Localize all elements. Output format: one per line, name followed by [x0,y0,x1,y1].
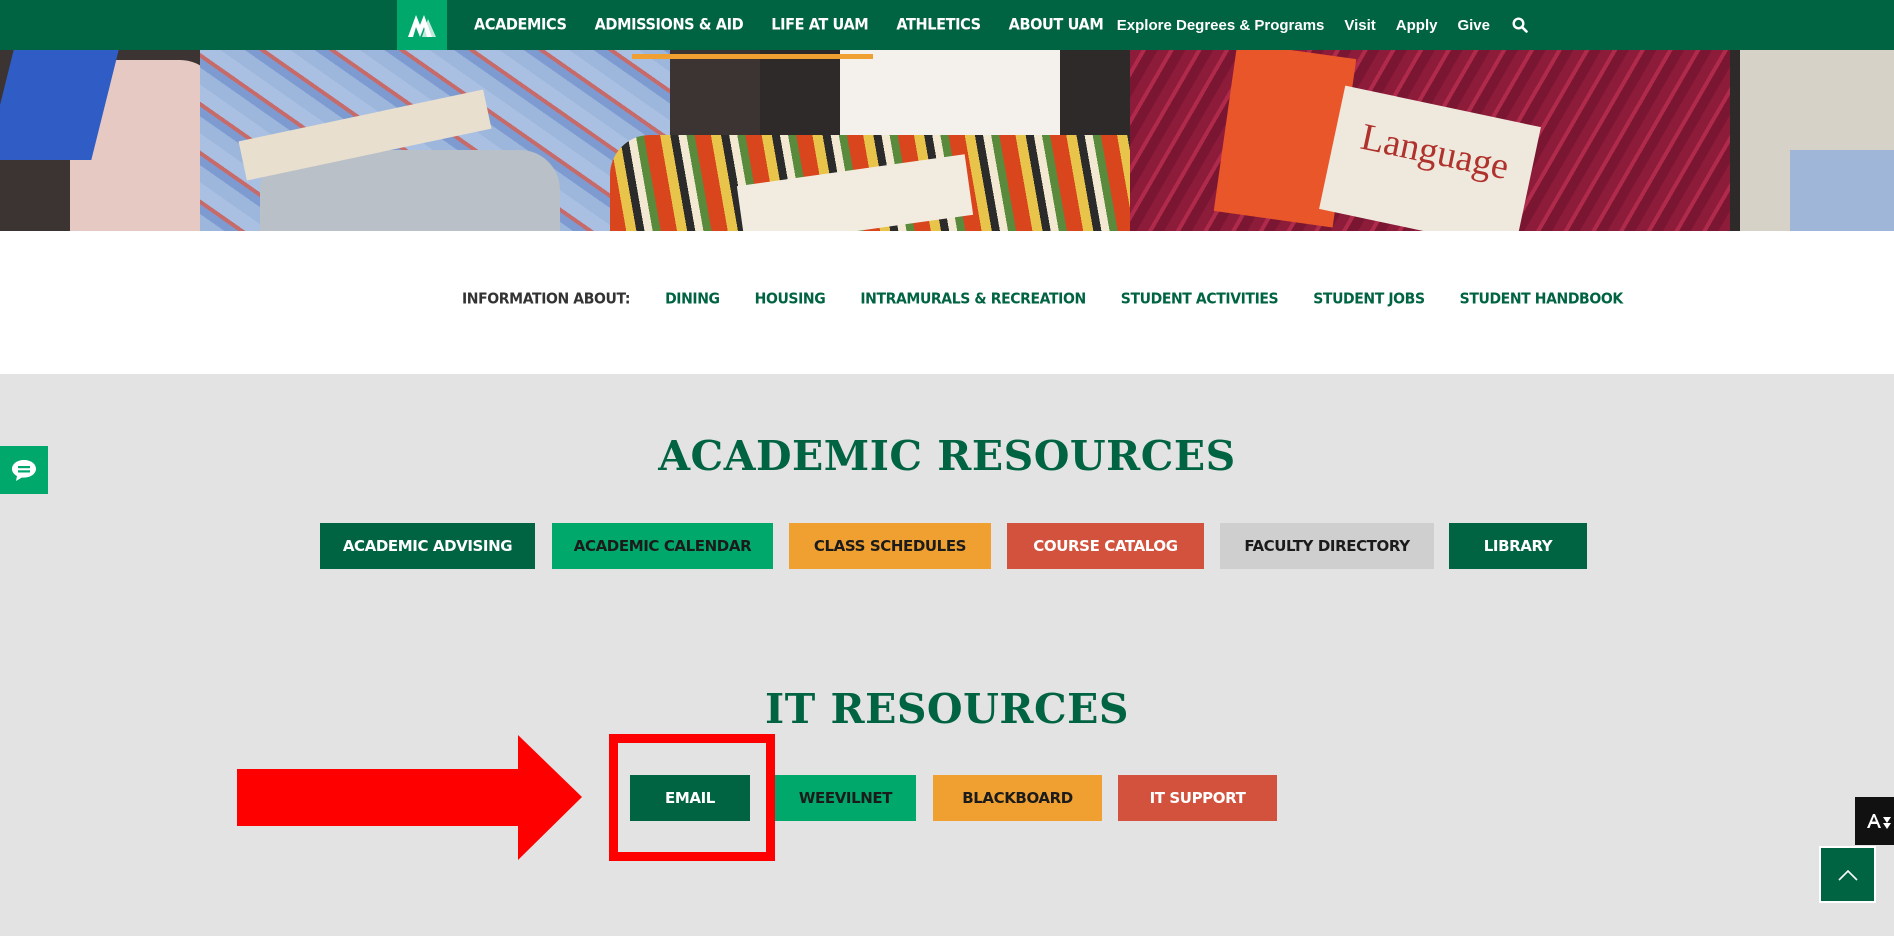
top-nav: ACADEMICS ADMISSIONS & AID LIFE AT UAM A… [0,0,1894,50]
nav-explore-degrees[interactable]: Explore Degrees & Programs [1117,17,1325,34]
nav-academics[interactable]: ACADEMICS [474,16,567,33]
active-nav-indicator [632,54,873,59]
faculty-directory-button[interactable]: FACULTY DIRECTORY [1220,523,1434,569]
info-link-intramurals[interactable]: INTRAMURALS & RECREATION [860,290,1086,308]
nav-admissions-aid[interactable]: ADMISSIONS & AID [595,16,744,33]
information-about-row: INFORMATION ABOUT: DINING HOUSING INTRAM… [462,290,1658,308]
uam-logo[interactable] [397,0,447,50]
annotation-highlight-box [609,734,775,861]
information-about-bar: INFORMATION ABOUT: DINING HOUSING INTRAM… [0,231,1894,374]
it-support-button[interactable]: IT SUPPORT [1118,775,1277,821]
info-link-student-jobs[interactable]: STUDENT JOBS [1313,290,1425,308]
info-link-student-activities[interactable]: STUDENT ACTIVITIES [1121,290,1279,308]
accessibility-glyph [1867,814,1891,829]
utility-nav: Explore Degrees & Programs Visit Apply G… [1097,0,1530,50]
chevron-up-icon [1837,869,1858,881]
library-button[interactable]: LIBRARY [1449,523,1587,569]
academic-advising-button[interactable]: ACADEMIC ADVISING [320,523,535,569]
scroll-to-top-button[interactable] [1819,846,1876,903]
nav-apply[interactable]: Apply [1396,17,1438,34]
page: ACADEMICS ADMISSIONS & AID LIFE AT UAM A… [0,0,1894,936]
nav-about-uam[interactable]: ABOUT UAM [1009,16,1104,33]
info-link-housing[interactable]: HOUSING [755,290,826,308]
academic-resources-heading: ACADEMIC RESOURCES [658,432,1236,480]
information-about-label: INFORMATION ABOUT: [462,290,631,308]
blackboard-button[interactable]: BLACKBOARD [933,775,1102,821]
class-schedules-button[interactable]: CLASS SCHEDULES [789,523,991,569]
nav-athletics[interactable]: ATHLETICS [896,16,981,33]
academic-calendar-button[interactable]: ACADEMIC CALENDAR [552,523,773,569]
annotation-arrow [237,735,582,860]
info-link-dining[interactable]: DINING [665,290,720,308]
search-icon[interactable] [1510,15,1530,35]
chat-bubble-glyph [12,460,36,481]
weevilnet-button[interactable]: WEEVILNET [775,775,916,821]
search-glyph [1512,17,1528,33]
hero-image: Language [0,50,1894,231]
chat-icon[interactable] [0,446,48,494]
nav-visit[interactable]: Visit [1344,17,1375,34]
accessibility-icon[interactable] [1855,797,1894,845]
nav-life-at-uam[interactable]: LIFE AT UAM [771,16,869,33]
uam-logo-icon [408,15,436,37]
course-catalog-button[interactable]: COURSE CATALOG [1007,523,1204,569]
nav-give[interactable]: Give [1457,17,1490,34]
info-link-student-handbook[interactable]: STUDENT HANDBOOK [1460,290,1624,308]
main-nav: ACADEMICS ADMISSIONS & AID LIFE AT UAM A… [474,0,1131,50]
it-resources-heading: IT RESOURCES [765,685,1129,733]
